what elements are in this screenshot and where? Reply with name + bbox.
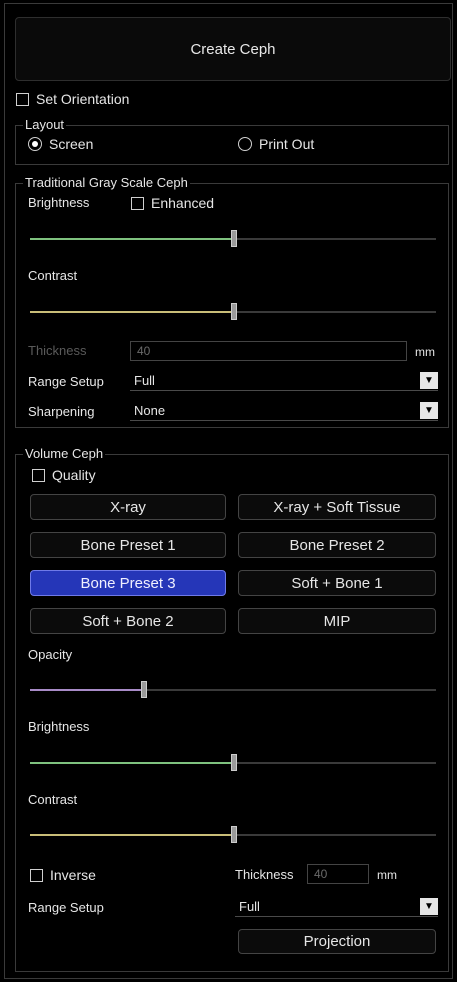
dropdown-arrow-icon[interactable]: ▼ xyxy=(420,898,438,915)
gray-range-setup-label: Range Setup xyxy=(28,374,104,389)
volume-contrast-slider[interactable] xyxy=(30,826,436,843)
gray-brightness-fill xyxy=(30,238,233,240)
gray-range-setup-value: Full xyxy=(134,373,155,388)
gray-contrast-thumb[interactable] xyxy=(231,303,237,320)
set-orientation-checkbox[interactable]: Set Orientation xyxy=(16,91,129,107)
volume-range-setup-select[interactable]: Full ▼ xyxy=(235,897,438,917)
preset-bone-3-button[interactable]: Bone Preset 3 xyxy=(30,570,226,596)
volume-brightness-thumb[interactable] xyxy=(231,754,237,771)
volume-contrast-thumb[interactable] xyxy=(231,826,237,843)
layout-screen-radio[interactable]: Screen xyxy=(28,136,93,152)
preset-bone-2-button[interactable]: Bone Preset 2 xyxy=(238,532,436,558)
checkbox-icon xyxy=(131,196,144,210)
set-orientation-label: Set Orientation xyxy=(36,91,130,107)
gray-contrast-fill xyxy=(30,311,233,313)
volume-brightness-fill xyxy=(30,762,233,764)
quality-checkbox[interactable]: Quality xyxy=(32,467,96,483)
volume-range-setup-value: Full xyxy=(239,899,260,914)
opacity-slider[interactable] xyxy=(30,681,436,698)
volume-thickness-unit: mm xyxy=(377,868,397,882)
gray-thickness-unit: mm xyxy=(415,345,435,359)
checkbox-icon xyxy=(30,868,43,882)
opacity-thumb[interactable] xyxy=(141,681,147,698)
radio-unselected-icon xyxy=(238,137,252,151)
printout-label: Print Out xyxy=(259,136,315,152)
sharpening-select[interactable]: None ▼ xyxy=(130,401,438,421)
layout-title: Layout xyxy=(23,117,67,133)
gray-brightness-label: Brightness xyxy=(28,195,90,210)
preset-soft-bone-1-button[interactable]: Soft + Bone 1 xyxy=(238,570,436,596)
projection-button[interactable]: Projection xyxy=(238,929,436,954)
dropdown-arrow-icon[interactable]: ▼ xyxy=(420,372,438,389)
volume-ceph-title: Volume Ceph xyxy=(23,446,106,462)
opacity-fill xyxy=(30,689,144,691)
volume-range-setup-label: Range Setup xyxy=(28,900,104,915)
preset-xray-button[interactable]: X-ray xyxy=(30,494,226,520)
volume-brightness-slider[interactable] xyxy=(30,754,436,771)
volume-brightness-label: Brightness xyxy=(28,719,90,734)
layout-printout-radio[interactable]: Print Out xyxy=(238,136,314,152)
gray-scale-title: Traditional Gray Scale Ceph xyxy=(23,175,190,191)
gray-contrast-slider[interactable] xyxy=(30,303,436,320)
volume-thickness-label: Thickness xyxy=(235,867,294,882)
preset-mip-button[interactable]: MIP xyxy=(238,608,436,634)
create-ceph-button[interactable]: Create Ceph xyxy=(15,17,451,81)
opacity-label: Opacity xyxy=(28,647,73,662)
gray-range-setup-select[interactable]: Full ▼ xyxy=(130,371,438,391)
preset-bone-1-button[interactable]: Bone Preset 1 xyxy=(30,532,226,558)
dropdown-arrow-icon[interactable]: ▼ xyxy=(420,402,438,419)
checkbox-icon xyxy=(32,468,45,482)
quality-label: Quality xyxy=(52,467,96,483)
enhanced-checkbox[interactable]: Enhanced xyxy=(131,195,214,211)
enhanced-label: Enhanced xyxy=(151,195,215,211)
checkbox-icon xyxy=(16,92,29,106)
gray-brightness-slider[interactable] xyxy=(30,230,436,247)
preset-soft-bone-2-button[interactable]: Soft + Bone 2 xyxy=(30,608,226,634)
preset-xray-soft-tissue-button[interactable]: X-ray + Soft Tissue xyxy=(238,494,436,520)
inverse-checkbox[interactable]: Inverse xyxy=(30,867,96,883)
inverse-label: Inverse xyxy=(50,867,96,883)
volume-contrast-fill xyxy=(30,834,233,836)
gray-brightness-thumb[interactable] xyxy=(231,230,237,247)
volume-contrast-label: Contrast xyxy=(28,792,78,807)
screen-label: Screen xyxy=(49,136,94,152)
sharpening-label: Sharpening xyxy=(28,404,95,419)
radio-selected-icon xyxy=(28,137,42,151)
gray-thickness-label: Thickness xyxy=(28,343,87,358)
gray-thickness-field[interactable]: 40 xyxy=(130,341,407,361)
gray-contrast-label: Contrast xyxy=(28,268,78,283)
volume-thickness-field[interactable]: 40 xyxy=(307,864,369,884)
sharpening-value: None xyxy=(134,403,166,418)
